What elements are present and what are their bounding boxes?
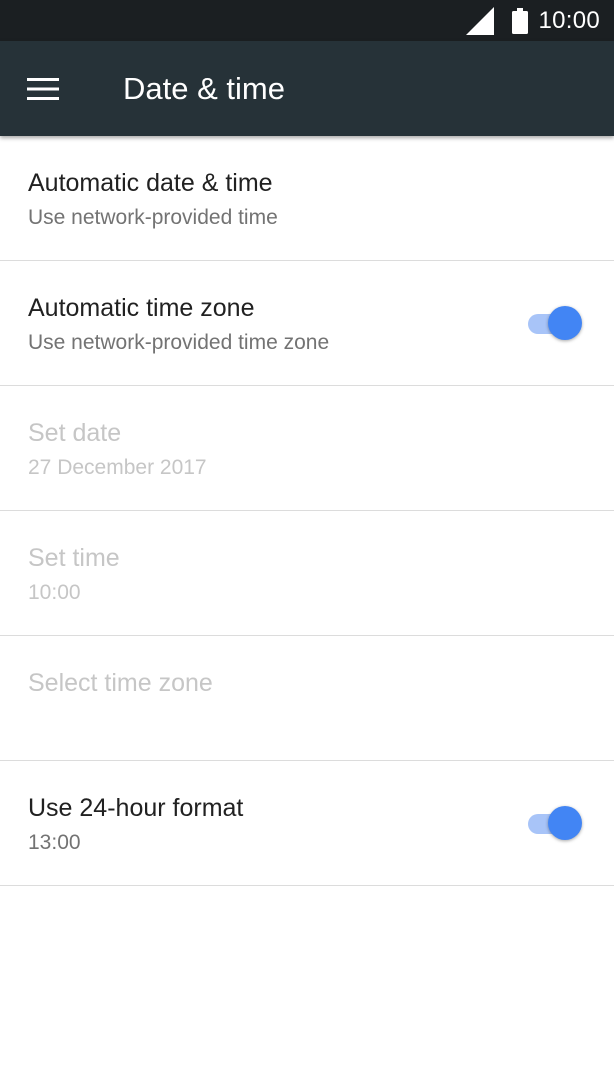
setting-summary: 13:00 bbox=[28, 831, 81, 854]
setting-set-time[interactable]: Set time 10:00 bbox=[0, 511, 614, 636]
setting-summary: Use network-provided time zone bbox=[28, 331, 330, 354]
status-clock: 10:00 bbox=[538, 6, 600, 34]
page-title: Date & time bbox=[123, 71, 285, 106]
battery-full-icon bbox=[512, 7, 529, 34]
setting-summary: 27 December 2017 bbox=[28, 456, 207, 479]
setting-automatic-date-time[interactable]: Automatic date & time Use network-provid… bbox=[0, 136, 614, 261]
setting-summary: 10:00 bbox=[28, 581, 81, 604]
setting-title: Automatic time zone bbox=[28, 294, 255, 322]
switch-thumb bbox=[548, 806, 582, 840]
setting-title: Set time bbox=[28, 544, 120, 572]
automatic-time-zone-toggle[interactable] bbox=[526, 306, 582, 340]
setting-title: Use 24-hour format bbox=[28, 794, 244, 822]
setting-title: Set date bbox=[28, 419, 122, 447]
status-bar: 10:00 bbox=[0, 0, 614, 41]
switch-thumb bbox=[548, 306, 582, 340]
setting-title: Select time zone bbox=[28, 669, 213, 697]
status-icons: 10:00 bbox=[466, 0, 600, 41]
setting-select-time-zone[interactable]: Select time zone bbox=[0, 636, 614, 761]
settings-list: Automatic date & time Use network-provid… bbox=[0, 136, 614, 886]
app-bar: Date & time bbox=[0, 41, 614, 136]
setting-use-24-hour-format[interactable]: Use 24-hour format 13:00 bbox=[0, 761, 614, 886]
cell-signal-icon bbox=[466, 6, 495, 35]
setting-set-date[interactable]: Set date 27 December 2017 bbox=[0, 386, 614, 511]
menu-button[interactable] bbox=[18, 64, 68, 114]
use-24-hour-format-toggle[interactable] bbox=[526, 806, 582, 840]
setting-automatic-time-zone[interactable]: Automatic time zone Use network-provided… bbox=[0, 261, 614, 386]
setting-summary: Use network-provided time bbox=[28, 206, 278, 229]
hamburger-menu-icon bbox=[27, 78, 59, 100]
setting-title: Automatic date & time bbox=[28, 169, 273, 197]
